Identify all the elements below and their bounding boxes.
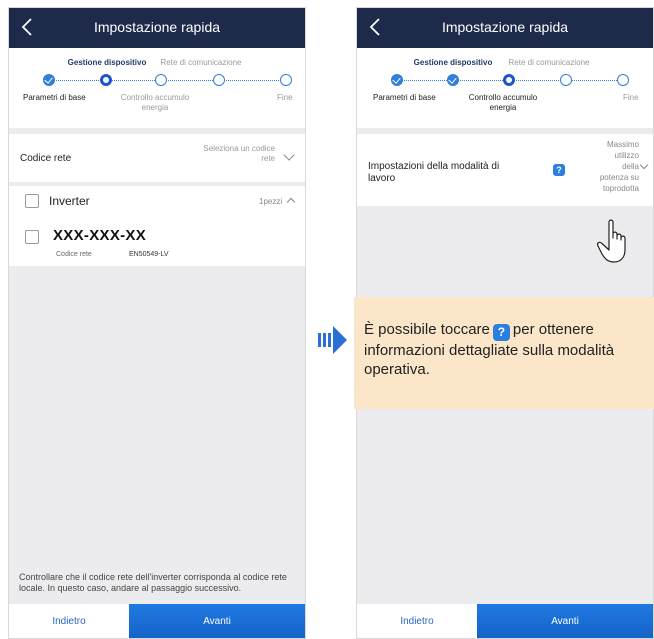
back-button[interactable]: Indietro xyxy=(9,604,129,638)
work-mode-value: Massimo utilizzo della potenza su toprod… xyxy=(599,140,639,193)
info-callout: È possibile toccare? per ottenere informa… xyxy=(354,297,654,409)
inverter-label: Inverter xyxy=(49,194,90,208)
step-node-done xyxy=(391,74,403,86)
bottom-bar: Indietro Avanti xyxy=(9,604,305,638)
step-label-basic-params: Parametri di base xyxy=(23,93,86,102)
progress-stepper: Gestione dispositivo Rete di comunicazio… xyxy=(9,48,305,128)
hint-text: Controllare che il codice rete dell'inve… xyxy=(19,572,287,593)
tab-communication-network: Rete di comunicazione xyxy=(160,58,242,67)
chevron-up-icon[interactable] xyxy=(286,197,296,207)
step-node-done xyxy=(43,74,55,86)
step-node-todo xyxy=(280,74,292,86)
work-mode-label: Impostazioni della modalità di lavoro xyxy=(368,161,500,184)
step-label-storage-control: Controllo accumulo energia xyxy=(120,93,190,112)
device-checkbox[interactable] xyxy=(25,230,39,244)
grid-code-row[interactable]: Codice rete Seleziona un codice rete xyxy=(9,134,305,182)
step-label-basic-params: Parametri di base xyxy=(373,93,436,102)
inverter-section: Inverter 1pezzi XXX-XXX-XX Codice rete E… xyxy=(9,186,305,266)
step-node-current xyxy=(503,74,515,86)
work-mode-row[interactable]: Impostazioni della modalità di lavoro ? M… xyxy=(357,134,653,206)
back-button[interactable]: Indietro xyxy=(357,604,477,638)
chevron-down-icon xyxy=(283,149,295,161)
progress-stepper: Gestione dispositivo Rete di comunicazio… xyxy=(357,48,653,128)
pointing-hand-icon xyxy=(597,219,626,263)
step-label-end: Fine xyxy=(623,93,639,102)
step-label-end: Fine xyxy=(277,93,293,102)
device-grid-code-label: Codice rete xyxy=(56,251,92,258)
step-node-todo xyxy=(213,74,225,86)
grid-code-label: Codice rete xyxy=(20,153,72,164)
step-node-todo xyxy=(560,74,572,86)
bottom-bar: Indietro Avanti xyxy=(357,604,653,638)
inverter-checkbox[interactable] xyxy=(25,194,39,208)
tab-device-management: Gestione dispositivo xyxy=(67,58,147,67)
grid-code-placeholder: Seleziona un codice rete xyxy=(203,144,275,163)
arrow-right-icon xyxy=(318,326,347,354)
inverter-count: 1pezzi xyxy=(259,197,283,206)
step-node-todo xyxy=(617,74,629,86)
phone-screen-left: Impostazione rapida Gestione dispositivo… xyxy=(8,7,306,639)
step-node-done xyxy=(447,74,459,86)
step-label-storage-control: Controllo accumulo energia xyxy=(468,93,538,112)
chevron-down-icon xyxy=(639,160,649,170)
page-title: Impostazione rapida xyxy=(441,19,569,35)
app-header: Impostazione rapida xyxy=(357,8,653,48)
next-button[interactable]: Avanti xyxy=(477,604,653,638)
device-grid-code-value: EN50549-LV xyxy=(129,251,169,258)
step-node-current xyxy=(100,74,112,86)
page-title: Impostazione rapida xyxy=(93,19,221,35)
tab-device-management: Gestione dispositivo xyxy=(413,58,493,67)
tab-communication-network: Rete di comunicazione xyxy=(508,58,590,67)
help-icon: ? xyxy=(492,324,510,341)
app-header: Impostazione rapida xyxy=(9,8,305,48)
stepper-line xyxy=(49,80,287,81)
next-button[interactable]: Avanti xyxy=(129,604,305,638)
step-node-todo xyxy=(155,74,167,86)
callout-text: È possibile toccare? per ottenere informa… xyxy=(364,321,615,378)
device-serial: XXX-XXX-XX xyxy=(53,227,147,244)
